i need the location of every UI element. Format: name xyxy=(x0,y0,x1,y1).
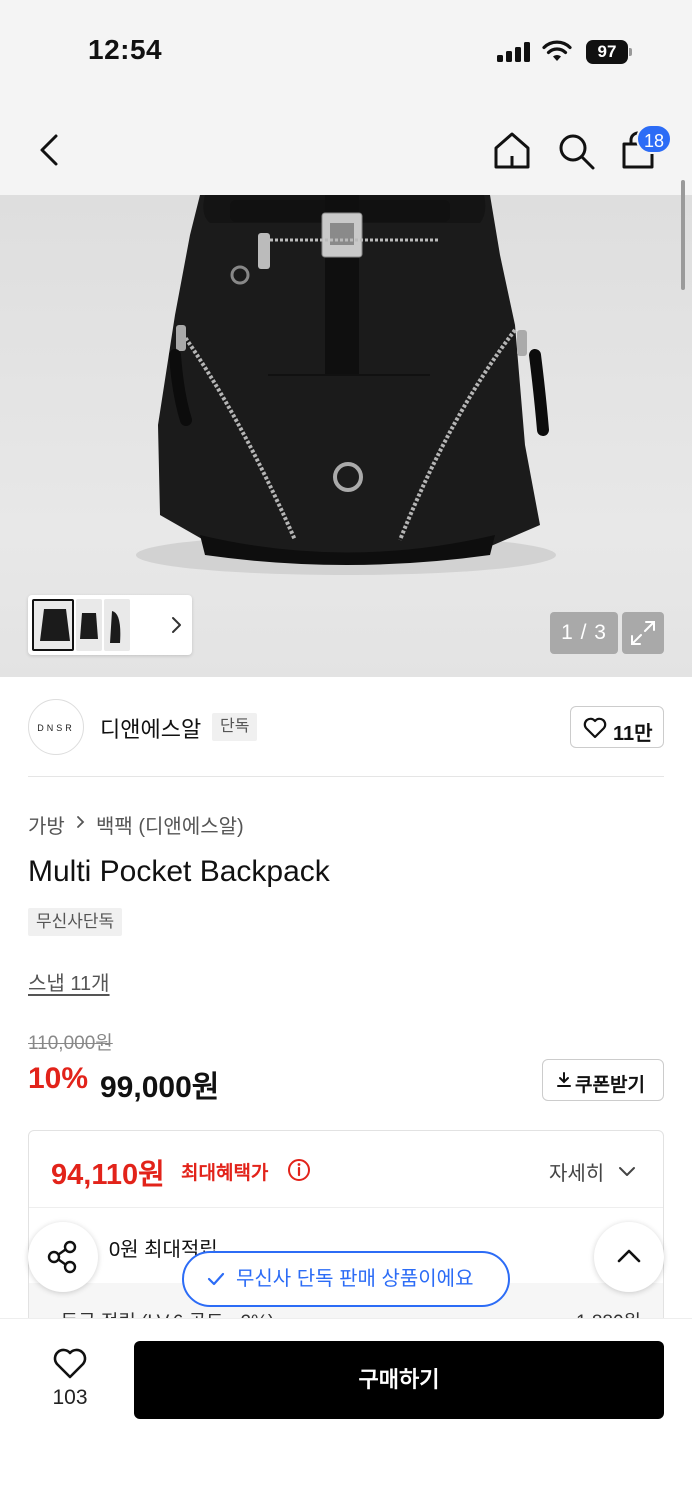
battery-level: 97 xyxy=(586,40,628,64)
brand-like-count: 11만 xyxy=(613,723,653,745)
cart-count-badge: 18 xyxy=(636,124,673,154)
search-icon[interactable] xyxy=(556,131,596,171)
scroll-top-button[interactable] xyxy=(594,1222,664,1292)
heart-icon xyxy=(583,717,607,739)
info-icon[interactable] xyxy=(287,1158,311,1182)
brand-exclusive-tag: 단독 xyxy=(212,713,258,741)
image-counter: 1 / 3 xyxy=(550,612,618,654)
chevron-up-icon xyxy=(617,1249,641,1263)
sale-price: 99,000원 xyxy=(100,1071,220,1104)
benefit-detail-toggle[interactable]: 자세히 xyxy=(549,1157,604,1186)
chevron-right-icon xyxy=(77,816,85,828)
chevron-down-icon[interactable] xyxy=(617,1161,637,1181)
thumbnail-1[interactable] xyxy=(32,599,74,651)
breadcrumb-subcategory[interactable]: 백팩 (디앤에스알) xyxy=(96,810,244,839)
brand-like-button[interactable]: 11만 xyxy=(570,706,664,748)
max-benefit-price: 94,110원 xyxy=(51,1159,165,1191)
breadcrumb-category[interactable]: 가방 xyxy=(28,810,65,839)
buy-button[interactable]: 구매하기 xyxy=(134,1341,664,1419)
coupon-label: 쿠폰받기 xyxy=(575,1075,645,1096)
brand-name[interactable]: 디앤에스알 xyxy=(100,712,201,744)
brand-logo[interactable]: DNSR xyxy=(28,699,84,755)
chevron-right-icon[interactable] xyxy=(166,612,186,638)
share-button[interactable] xyxy=(28,1222,98,1292)
battery-tip xyxy=(629,48,632,56)
toast-text: 무신사 단독 판매 상품이에요 xyxy=(236,1268,474,1290)
expand-button[interactable] xyxy=(622,612,664,654)
expand-icon xyxy=(631,621,655,645)
download-icon xyxy=(557,1072,571,1087)
original-price: 110,000원 xyxy=(28,1033,113,1054)
thumbnail-2[interactable] xyxy=(76,599,102,651)
check-icon xyxy=(207,1272,225,1286)
divider xyxy=(29,1207,663,1208)
scrollbar[interactable] xyxy=(681,180,685,290)
share-icon xyxy=(47,1240,77,1274)
wifi-icon xyxy=(542,40,572,61)
max-benefit-label: 최대혜택가 xyxy=(181,1163,269,1184)
back-icon[interactable] xyxy=(34,130,64,170)
coupon-button[interactable]: 쿠폰받기 xyxy=(542,1059,664,1101)
cellular-signal-icon xyxy=(497,42,530,62)
snap-link[interactable]: 스냅 11개 xyxy=(28,967,110,996)
battery-indicator: 97 xyxy=(586,40,632,64)
status-time: 12:54 xyxy=(88,34,163,65)
exclusive-toast: 무신사 단독 판매 상품이에요 xyxy=(182,1251,510,1307)
wish-count: 103 xyxy=(52,1386,88,1409)
product-title: Multi Pocket Backpack xyxy=(28,855,330,888)
exclusive-tag: 무신사단독 xyxy=(28,908,123,936)
home-icon[interactable] xyxy=(492,130,532,170)
thumbnail-3[interactable] xyxy=(104,599,130,651)
discount-rate: 10% xyxy=(28,1062,89,1095)
heart-icon[interactable] xyxy=(52,1346,88,1380)
divider xyxy=(28,776,664,777)
